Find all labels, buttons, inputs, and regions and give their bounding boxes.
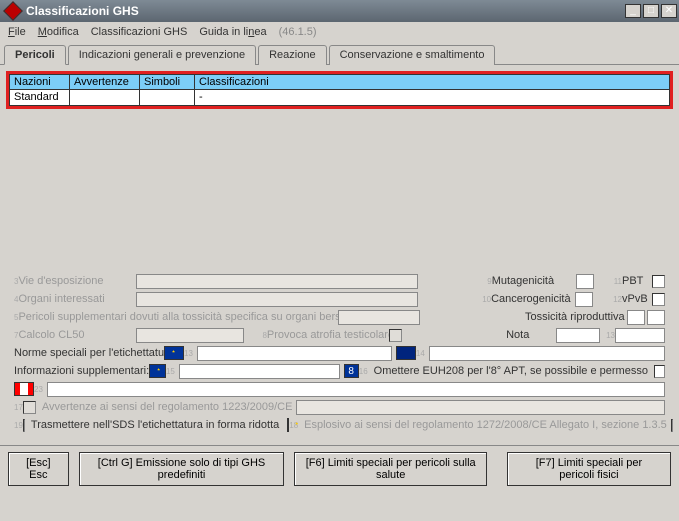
menu-file[interactable]: File <box>8 26 26 38</box>
lbl-esplosivo: Esplosivo ai sensi del regolamento 1272/… <box>304 419 667 431</box>
lbl-norme: Norme speciali per l'etichettatura: <box>14 347 164 359</box>
form-area: 3 Vie d'esposizione 9 Mutagenicità 11 PB… <box>6 269 673 439</box>
table-row[interactable]: Standard - <box>9 90 670 106</box>
tab-bar: Pericoli Indicazioni generali e prevenzi… <box>0 42 679 65</box>
field-ca[interactable] <box>47 382 665 397</box>
close-button[interactable]: ✕ <box>661 4 677 18</box>
lbl-atrofia: Provoca atrofia testicolare <box>267 329 389 341</box>
content-area: Nazioni Avvertenze Simboli Classificazio… <box>0 65 679 445</box>
menu-modifica[interactable]: Modifica <box>38 26 79 38</box>
lbl-trasmettere: Trasmettere nell'SDS l'etichettatura in … <box>31 419 279 431</box>
chk-esplosivo[interactable] <box>671 419 673 432</box>
classification-table: Nazioni Avvertenze Simboli Classificazio… <box>6 71 673 109</box>
tab-indicazioni[interactable]: Indicazioni generali e prevenzione <box>68 45 256 65</box>
field-toss-rip-2[interactable] <box>647 310 665 325</box>
lbl-info-supp: Informazioni supplementari: <box>14 365 149 377</box>
esc-button[interactable]: [Esc] Esc <box>8 452 69 486</box>
tab-conservazione[interactable]: Conservazione e smaltimento <box>329 45 496 65</box>
flag-au-icon <box>396 346 416 360</box>
ctrlg-button[interactable]: [Ctrl G] Emissione solo di tipi GHS pred… <box>79 452 285 486</box>
field-organi[interactable] <box>136 292 418 307</box>
window-title: Classificazioni GHS <box>26 4 625 18</box>
f7-button[interactable]: [F7] Limiti speciali per pericoli fisici <box>507 452 671 486</box>
lbl-vie: Vie d'esposizione <box>18 275 136 287</box>
cell-avvertenze <box>69 90 139 106</box>
menu-classificazioni[interactable]: Classificazioni GHS <box>91 26 188 38</box>
chk-vpvb[interactable] <box>652 293 665 306</box>
flag-eu-icon-2 <box>149 364 166 378</box>
lbl-muta: Mutagenicità <box>492 275 576 287</box>
menu-guida[interactable]: Guida in linea <box>199 26 266 38</box>
bottom-bar: [Esc] Esc [Ctrl G] Emissione solo di tip… <box>0 445 679 492</box>
maximize-button[interactable]: □ <box>643 4 659 18</box>
chk-trasmettere[interactable] <box>23 419 25 432</box>
lbl-toss-rip: Tossicità riproduttiva <box>525 311 627 323</box>
th-classificazioni[interactable]: Classificazioni <box>194 74 670 90</box>
lbl-cancer: Cancerogenicità <box>491 293 575 305</box>
field-muta[interactable] <box>576 274 594 289</box>
chk-pbt[interactable] <box>652 275 665 288</box>
th-avvertenze[interactable]: Avvertenze <box>69 74 139 90</box>
field-norme-au[interactable] <box>429 346 665 361</box>
badge-8: 8 <box>344 364 359 378</box>
cell-nazioni: Standard <box>9 90 69 106</box>
menu-bar: File Modifica Classificazioni GHS Guida … <box>0 22 679 42</box>
chk-omettere[interactable] <box>654 365 665 378</box>
field-info-eu[interactable] <box>179 364 340 379</box>
cell-classificazioni: - <box>194 90 670 106</box>
field-calcolo[interactable] <box>136 328 244 343</box>
tab-reazione[interactable]: Reazione <box>258 45 326 65</box>
app-icon <box>3 1 23 21</box>
field-pericoli-supp[interactable] <box>338 310 420 325</box>
version-label: (46.1.5) <box>279 26 317 38</box>
field-toss-rip-1[interactable] <box>627 310 645 325</box>
field-avvert-1223[interactable] <box>296 400 665 415</box>
lbl-omettere: Omettere EUH208 per l'8° APT, se possibi… <box>374 365 648 377</box>
chk-atrofia[interactable] <box>389 329 402 342</box>
field-nota-2[interactable] <box>615 328 665 343</box>
chk-avvert-1223[interactable] <box>23 401 36 414</box>
cell-simboli <box>139 90 194 106</box>
lbl-nota: Nota <box>506 329 556 341</box>
field-norme-eu[interactable] <box>197 346 392 361</box>
field-vie[interactable] <box>136 274 418 289</box>
lbl-organi: Organi interessati <box>18 293 136 305</box>
lbl-pbt: PBT <box>622 275 652 287</box>
f6-button[interactable]: [F6] Limiti speciali per pericoli sulla … <box>294 452 486 486</box>
field-cancer[interactable] <box>575 292 593 307</box>
lbl-vpvb: vPvB <box>622 293 652 305</box>
lbl-avvert-1223: Avvertenze ai sensi del regolamento 1223… <box>42 401 293 413</box>
th-simboli[interactable]: Simboli <box>139 74 194 90</box>
title-bar: Classificazioni GHS _ □ ✕ <box>0 0 679 22</box>
flag-eu-icon-3 <box>287 418 289 432</box>
flag-eu-icon <box>164 346 184 360</box>
field-nota[interactable] <box>556 328 600 343</box>
tab-pericoli[interactable]: Pericoli <box>4 45 66 65</box>
table-empty-area <box>6 109 673 269</box>
th-nazioni[interactable]: Nazioni <box>9 74 69 90</box>
minimize-button[interactable]: _ <box>625 4 641 18</box>
lbl-calcolo: Calcolo CL50 <box>18 329 136 341</box>
flag-ca-icon <box>14 382 34 396</box>
lbl-pericoli-supp: Pericoli supplementari dovuti alla tossi… <box>18 311 338 323</box>
